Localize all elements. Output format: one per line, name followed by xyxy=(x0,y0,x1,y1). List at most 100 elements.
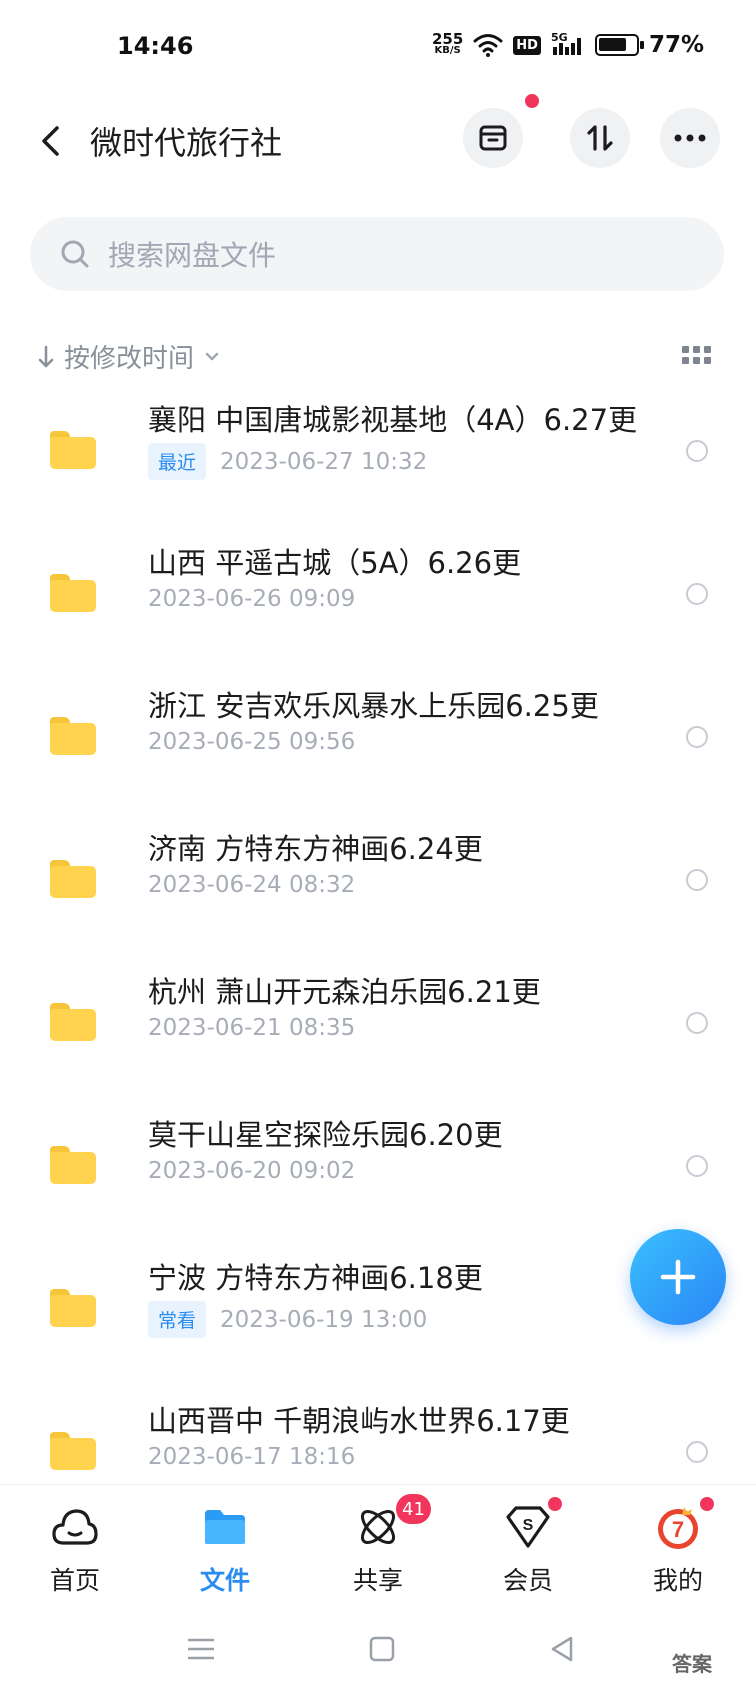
file-date: 2023-06-26 09:09 xyxy=(148,586,356,612)
folder-icon xyxy=(50,860,96,898)
file-name: 济南 方特东方神画6.24更 xyxy=(148,832,483,866)
folder-icon xyxy=(50,1432,96,1470)
sort-arrows-icon xyxy=(587,125,613,151)
select-checkbox[interactable] xyxy=(686,1155,708,1177)
system-navigation-bar xyxy=(0,1602,756,1688)
tab-vip[interactable]: S 会员 xyxy=(468,1497,588,1597)
svg-text:S: S xyxy=(523,1517,534,1534)
file-meta: 2023-06-17 18:16 xyxy=(148,1444,355,1470)
hd-icon: HD xyxy=(513,35,541,55)
share-count-badge: 41 xyxy=(396,1494,431,1524)
watermark: 答案 xyxy=(672,1652,712,1676)
back-nav-icon[interactable] xyxy=(550,1636,574,1662)
folder-icon xyxy=(50,1003,96,1041)
home-nav-icon[interactable] xyxy=(369,1636,395,1662)
folder-icon xyxy=(50,431,96,469)
status-time: 14:46 xyxy=(117,32,194,60)
transfer-button[interactable] xyxy=(570,108,630,168)
file-name: 山西晋中 千朝浪屿水世界6.17更 xyxy=(148,1404,570,1438)
file-meta: 最近 2023-06-27 10:32 xyxy=(148,443,427,480)
notification-dot xyxy=(525,94,539,108)
sort-label: 按修改时间 xyxy=(64,344,195,374)
file-tag: 常看 xyxy=(148,1301,207,1338)
grid-view-button[interactable] xyxy=(682,346,712,368)
me-dot xyxy=(700,1497,714,1511)
file-row[interactable]: 山西 平遥古城（5A）6.26更 2023-06-26 09:09 xyxy=(0,528,756,671)
tab-files[interactable]: 文件 xyxy=(165,1501,285,1597)
net-speed: 255 KB/S xyxy=(431,30,464,57)
file-name: 宁波 方特东方神画6.18更 xyxy=(148,1261,483,1295)
status-bar: 14:46 255 KB/S HD 5G 77% xyxy=(0,0,756,100)
archive-button[interactable] xyxy=(463,108,523,168)
file-date: 2023-06-21 08:35 xyxy=(148,1015,356,1041)
file-row[interactable]: 山西晋中 千朝浪屿水世界6.17更 2023-06-17 18:16 xyxy=(0,1386,756,1475)
sort-down-arrow-icon xyxy=(38,345,54,367)
file-meta: 2023-06-24 08:32 xyxy=(148,872,355,898)
search-input[interactable]: 搜索网盘文件 xyxy=(30,217,724,291)
file-name: 山西 平遥古城（5A）6.26更 xyxy=(148,546,522,580)
file-name: 杭州 萧山开元森泊乐园6.21更 xyxy=(148,975,541,1009)
vip-dot xyxy=(548,1497,562,1511)
file-date: 2023-06-25 09:56 xyxy=(148,729,356,755)
select-checkbox[interactable] xyxy=(686,869,708,891)
folder-icon xyxy=(50,1146,96,1184)
file-tag: 最近 xyxy=(148,443,207,480)
file-list: 襄阳 中国唐城影视基地（4A）6.27更 最近 2023-06-27 10:32 山西… xyxy=(0,385,756,1475)
file-row[interactable]: 浙江 安吉欢乐风暴水上乐园6.25更 2023-06-25 09:56 xyxy=(0,671,756,814)
battery-percent: 77% xyxy=(648,32,704,58)
top-app-bar: 微时代旅行社 xyxy=(0,94,756,200)
tab-share-label: 共享 xyxy=(352,1566,403,1595)
status-icons: 255 KB/S HD 5G 77% xyxy=(431,30,704,58)
svg-text:7: 7 xyxy=(672,1517,684,1542)
file-date: 2023-06-20 09:02 xyxy=(148,1158,356,1184)
file-row[interactable]: 济南 方特东方神画6.24更 2023-06-24 08:32 xyxy=(0,814,756,957)
tab-home-label: 首页 xyxy=(49,1566,100,1595)
select-checkbox[interactable] xyxy=(686,1441,708,1463)
file-meta: 2023-06-25 09:56 xyxy=(148,729,355,755)
file-name: 莫干山星空探险乐园6.20更 xyxy=(148,1118,503,1152)
tab-me[interactable]: 7 我的 xyxy=(618,1497,738,1597)
folder-icon xyxy=(50,1289,96,1327)
battery-icon xyxy=(594,34,644,56)
select-checkbox[interactable] xyxy=(686,726,708,748)
archive-icon xyxy=(479,125,507,151)
select-checkbox[interactable] xyxy=(686,440,708,462)
avatar-icon: 7 xyxy=(652,1497,714,1553)
search-placeholder: 搜索网盘文件 xyxy=(108,239,277,272)
file-name: 襄阳 中国唐城影视基地（4A）6.27更 xyxy=(148,403,638,437)
more-button[interactable] xyxy=(660,108,720,168)
file-date: 2023-06-27 10:32 xyxy=(220,448,428,475)
select-checkbox[interactable] xyxy=(686,583,708,605)
page-title: 微时代旅行社 xyxy=(90,124,283,162)
file-row[interactable]: 杭州 萧山开元森泊乐园6.21更 2023-06-21 08:35 xyxy=(0,957,756,1100)
select-checkbox[interactable] xyxy=(686,1012,708,1034)
more-icon xyxy=(674,134,706,142)
signal-icon: 5G xyxy=(551,31,585,57)
tab-home[interactable]: 首页 xyxy=(15,1501,135,1597)
file-row[interactable]: 莫干山星空探险乐园6.20更 2023-06-20 09:02 xyxy=(0,1100,756,1243)
add-button[interactable] xyxy=(630,1229,726,1325)
file-meta: 常看 2023-06-19 13:00 xyxy=(148,1301,427,1338)
tab-me-label: 我的 xyxy=(652,1566,703,1595)
chevron-left-icon xyxy=(42,126,59,156)
vip-diamond-icon: S xyxy=(502,1497,562,1553)
file-date: 2023-06-19 13:00 xyxy=(220,1306,428,1333)
file-row[interactable]: 襄阳 中国唐城影视基地（4A）6.27更 最近 2023-06-27 10:32 xyxy=(0,385,756,528)
menu-nav-icon[interactable] xyxy=(187,1638,215,1660)
folder-icon xyxy=(199,1501,251,1553)
net-speed-value: 255 xyxy=(431,30,464,48)
plus-icon xyxy=(660,1259,696,1295)
file-date: 2023-06-17 18:16 xyxy=(148,1444,356,1470)
wifi-icon xyxy=(473,34,503,57)
tab-files-label: 文件 xyxy=(199,1566,250,1595)
sort-selector[interactable]: 按修改时间 xyxy=(38,338,220,375)
net-speed-unit: KB/S xyxy=(434,45,461,56)
file-meta: 2023-06-21 08:35 xyxy=(148,1015,355,1041)
file-meta: 2023-06-26 09:09 xyxy=(148,586,355,612)
file-date: 2023-06-24 08:32 xyxy=(148,872,356,898)
folder-icon xyxy=(50,574,96,612)
back-button[interactable] xyxy=(30,120,72,162)
search-icon xyxy=(61,240,89,268)
grid-view-icon xyxy=(682,346,689,353)
file-name: 浙江 安吉欢乐风暴水上乐园6.25更 xyxy=(148,689,599,723)
